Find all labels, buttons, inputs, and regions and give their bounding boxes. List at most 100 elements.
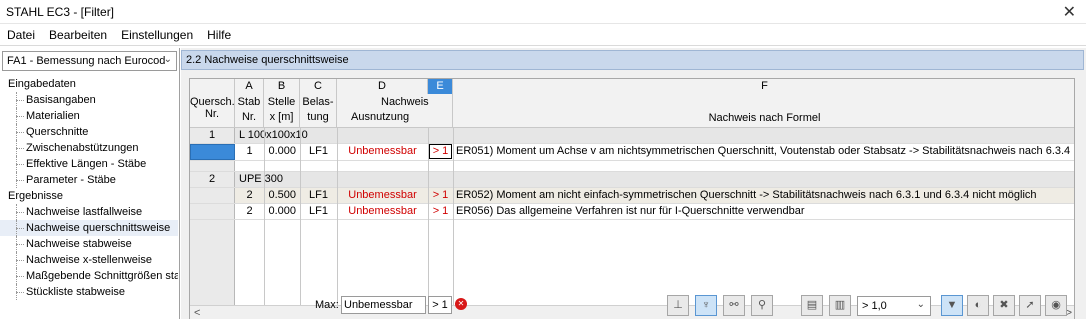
beam-display-icon[interactable]: ⊥	[667, 295, 689, 316]
group-number-2[interactable]: 2	[190, 172, 235, 187]
ratio-filter-value: > 1,0	[862, 300, 887, 312]
section-display-icon[interactable]: ♆	[695, 295, 717, 316]
grid-line	[428, 128, 429, 305]
result-diagram-icon[interactable]: ▤	[801, 295, 823, 316]
select-pointer-icon[interactable]: ➚	[1019, 295, 1041, 316]
header-stelle: Stelle x [m]	[264, 94, 300, 128]
cell-belastung[interactable]: LF1	[300, 145, 337, 157]
max-ratio-field: > 1	[428, 296, 452, 314]
cell-stelle[interactable]: 0.500	[264, 189, 300, 201]
tree-root-ergebnisse[interactable]: Ergebnisse	[0, 188, 178, 204]
excel-export-icon[interactable]: ✖	[993, 295, 1015, 316]
cell-belastung[interactable]: LF1	[300, 189, 337, 201]
color-scale-icon[interactable]: ◐	[967, 295, 989, 316]
row-selector[interactable]	[190, 144, 235, 160]
cell-belastung[interactable]: LF1	[300, 205, 337, 217]
header-stelle-line2: x [m]	[269, 111, 294, 123]
cell-stab[interactable]: 2	[235, 189, 264, 201]
column-letter-d[interactable]: D	[337, 79, 428, 94]
chevron-down-icon: ⌄	[163, 54, 172, 65]
navigator-tree: Eingabedaten Basisangaben Materialien Qu…	[0, 76, 178, 300]
tree-item-nachweise-lastfallweise[interactable]: Nachweise lastfallweise	[0, 204, 178, 220]
header-stab-line2: Nr.	[241, 111, 257, 123]
table-row[interactable]: 2 0.000 LF1 Unbemessbar > 1 ER056) Das a…	[190, 204, 1074, 220]
cell-ratio[interactable]: > 1	[428, 189, 453, 201]
group-number-1[interactable]: 1	[190, 128, 235, 143]
row-selector[interactable]	[190, 204, 235, 219]
detail-view-icon[interactable]: ⚲	[751, 295, 773, 316]
header-quersch-line1: Quersch.	[190, 96, 235, 108]
tree-item-zwischenabstuetzungen[interactable]: Zwischenabstützungen	[0, 140, 178, 156]
tree-item-querschnitte[interactable]: Querschnitte	[0, 124, 178, 140]
tree-item-parameter-staebe[interactable]: Parameter - Stäbe	[0, 172, 178, 188]
header-stab: Stab Nr.	[235, 94, 264, 128]
header-formel: Nachweis nach Formel	[453, 94, 1074, 128]
member-view-icon[interactable]: ⚯	[723, 295, 745, 316]
menu-bearbeiten[interactable]: Bearbeiten	[42, 24, 114, 42]
group-row-2: 2 UPE 300	[190, 172, 1074, 188]
navigator-panel: FA1 - Bemessung nach Eurocod ⌄ Eingabeda…	[0, 48, 180, 319]
tree-item-stueckliste-stabweise[interactable]: Stückliste stabweise	[0, 284, 178, 300]
column-letter-f[interactable]: F	[453, 79, 1074, 94]
header-stelle-line1: Stelle	[267, 96, 296, 108]
error-icon: ✕	[455, 298, 467, 310]
cell-formel[interactable]: ER056) Das allgemeine Verfahren ist nur …	[456, 205, 1074, 217]
column-letter-a[interactable]: A	[235, 79, 264, 94]
tree-item-nachweise-querschnittsweise[interactable]: Nachweise querschnittsweise	[0, 220, 178, 236]
max-label: Max:	[315, 299, 339, 311]
table-row[interactable]: 1 0.000 LF1 Unbemessbar > 1 ER051) Momen…	[190, 144, 1074, 161]
ratio-filter-select[interactable]: > 1,0 ⌄	[857, 296, 931, 316]
group-name-1: L 100x100x10	[239, 129, 308, 141]
spacer-row	[190, 161, 1074, 172]
cell-stelle[interactable]: 0.000	[264, 145, 300, 157]
cell-stab[interactable]: 1	[235, 145, 264, 157]
cell-formel[interactable]: ER051) Moment um Achse v am nichtsymmetr…	[456, 145, 1074, 157]
column-letter-e[interactable]: E	[428, 79, 453, 94]
cell-formel[interactable]: ER052) Moment am nicht einfach-symmetris…	[456, 189, 1074, 201]
title-bar: STAHL EC3 - [Filter] ✕	[0, 0, 1086, 24]
column-letter-b[interactable]: B	[264, 79, 300, 94]
tree-item-materialien[interactable]: Materialien	[0, 108, 178, 124]
module-select[interactable]: FA1 - Bemessung nach Eurocod ⌄	[2, 51, 177, 71]
column-letter-c[interactable]: C	[300, 79, 337, 94]
header-nachweis-line1: Nachweis	[381, 96, 429, 108]
row-selector[interactable]	[190, 188, 235, 203]
filter-icon[interactable]: ▼	[941, 295, 963, 316]
bottom-toolbar: Max: Unbemessbar > 1 ✕ ⊥ ♆ ⚯ ⚲ ▤ ▥ > 1,0…	[181, 292, 1086, 319]
tree-root-eingabedaten[interactable]: Eingabedaten	[0, 76, 178, 92]
menu-hilfe[interactable]: Hilfe	[200, 24, 238, 42]
module-select-value: FA1 - Bemessung nach Eurocod	[7, 55, 166, 67]
menu-datei[interactable]: Datei	[0, 24, 42, 42]
group-name-2: UPE 300	[239, 173, 284, 185]
tree-item-basisangaben[interactable]: Basisangaben	[0, 92, 178, 108]
close-icon[interactable]: ✕	[1063, 2, 1076, 22]
cell-ausnutzung[interactable]: Unbemessbar	[337, 205, 428, 217]
grid-line	[264, 128, 265, 305]
main-panel: 2.2 Nachweise querschnittsweise A B C D …	[181, 48, 1086, 319]
cell-ausnutzung[interactable]: Unbemessbar	[337, 145, 428, 157]
tree-item-effektive-laengen[interactable]: Effektive Längen - Stäbe	[0, 156, 178, 172]
panel-title: 2.2 Nachweise querschnittsweise	[181, 50, 1084, 70]
tree-item-nachweise-stabweise[interactable]: Nachweise stabweise	[0, 236, 178, 252]
table-row[interactable]: 2 0.500 LF1 Unbemessbar > 1 ER052) Momen…	[190, 188, 1074, 204]
menu-einstellungen[interactable]: Einstellungen	[114, 24, 200, 42]
cell-ausnutzung[interactable]: Unbemessbar	[337, 189, 428, 201]
tree-item-nachweise-x-stellenweise[interactable]: Nachweise x-stellenweise	[0, 252, 178, 268]
eye-icon[interactable]: ◉	[1045, 295, 1067, 316]
max-value-field: Unbemessbar	[341, 296, 426, 314]
header-belastung-line2: tung	[307, 111, 329, 123]
menu-bar: Datei Bearbeiten Einstellungen Hilfe	[0, 24, 1086, 46]
results-table: A B C D E F Quersch. Nr. Stab Nr. Stelle…	[189, 78, 1075, 319]
window-title: STAHL EC3 - [Filter]	[6, 5, 115, 19]
corner-cell	[190, 79, 235, 94]
cell-ratio[interactable]: > 1	[429, 144, 452, 159]
header-quersch-line2: Nr.	[204, 108, 220, 120]
bar-chart-icon[interactable]: ▥	[829, 295, 851, 316]
cell-ratio[interactable]: > 1	[428, 205, 453, 217]
grid-line	[300, 128, 301, 305]
row-selector	[190, 161, 235, 171]
header-belastung-line1: Belas-	[302, 96, 334, 108]
tree-item-massgebende-schnittgroessen[interactable]: Maßgebende Schnittgrößen sta	[0, 268, 178, 284]
cell-stab[interactable]: 2	[235, 205, 264, 217]
cell-stelle[interactable]: 0.000	[264, 205, 300, 217]
